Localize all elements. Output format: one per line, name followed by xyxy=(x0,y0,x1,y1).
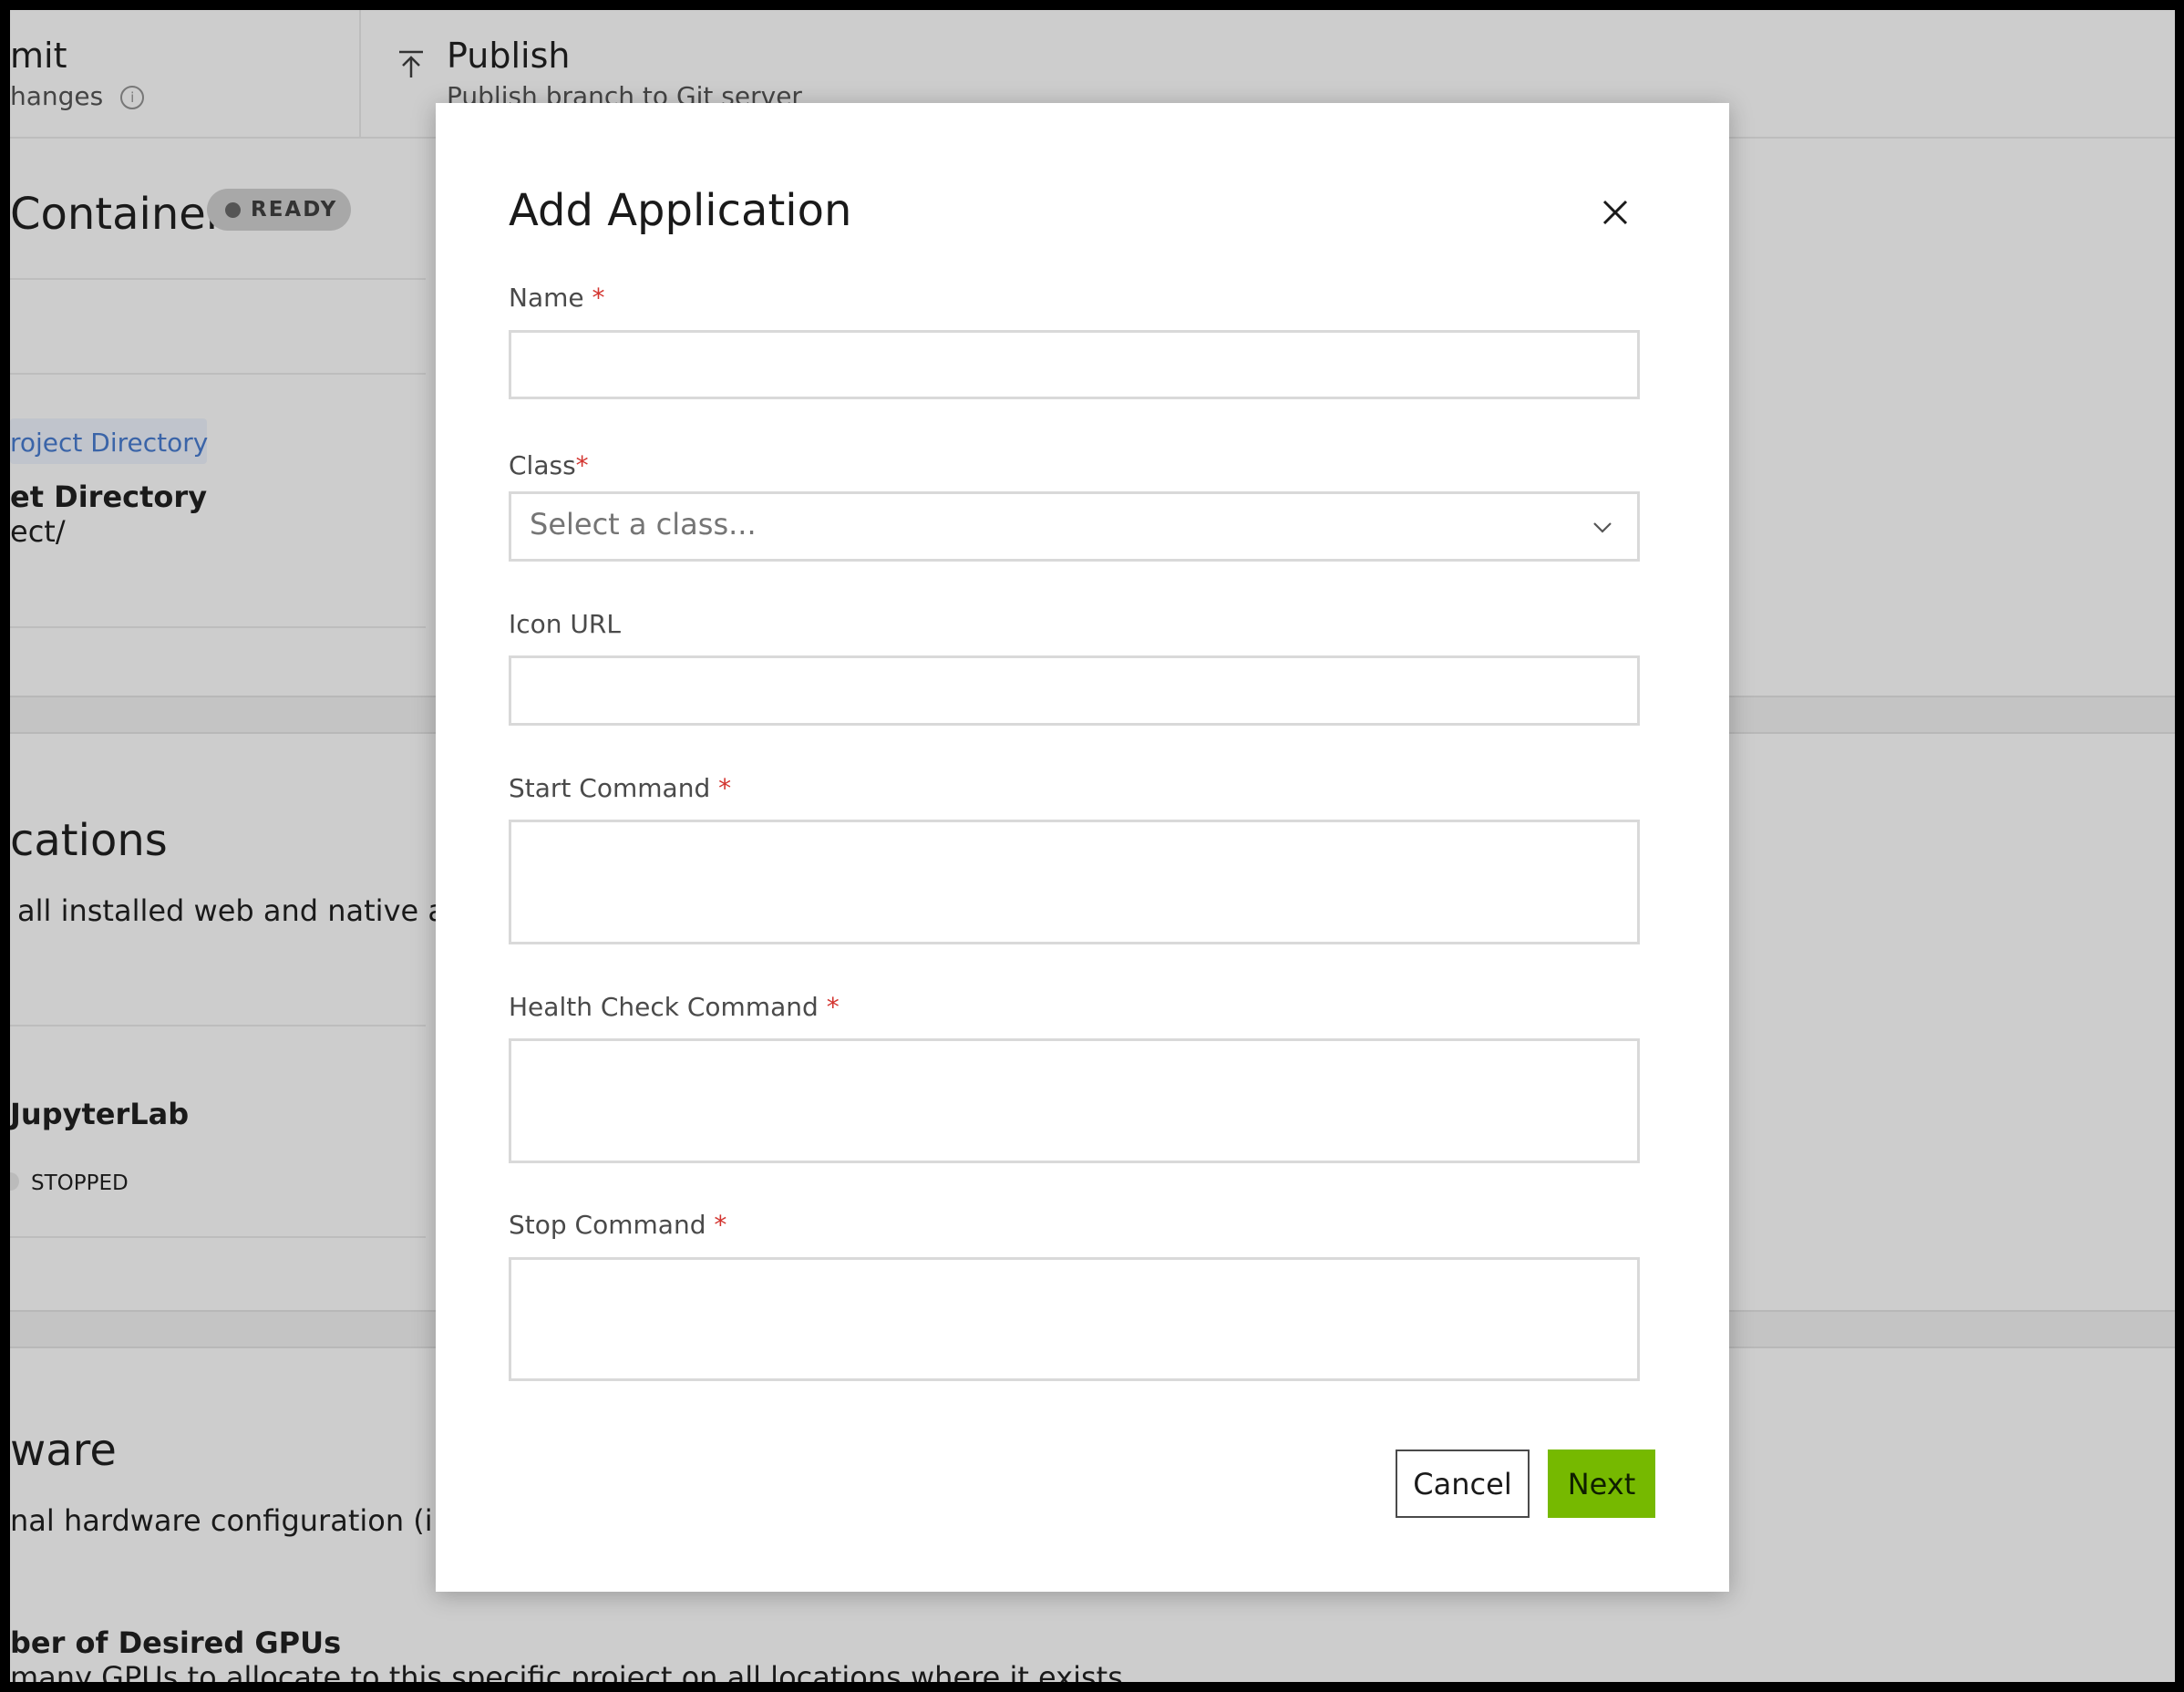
publish-title[interactable]: Publish xyxy=(447,36,570,76)
stop-command-label: Stop Command * xyxy=(509,1210,727,1240)
applications-description: all installed web and native ap xyxy=(17,893,465,928)
info-icon: i xyxy=(120,86,145,109)
stop-command-input[interactable] xyxy=(509,1257,1640,1381)
name-label: Name * xyxy=(509,283,605,313)
app-item-status: STOPPED xyxy=(31,1171,129,1195)
upload-icon xyxy=(399,50,423,77)
hardware-title: ware xyxy=(10,1425,117,1476)
class-label: Class* xyxy=(509,450,589,480)
app-item-name[interactable]: JupyterLab xyxy=(10,1097,189,1131)
health-check-command-input[interactable] xyxy=(509,1038,1640,1163)
cancel-button[interactable]: Cancel xyxy=(1396,1450,1530,1518)
commit-subtitle: hanges i xyxy=(10,81,145,111)
applications-title: cations xyxy=(10,815,168,866)
next-button[interactable]: Next xyxy=(1548,1450,1655,1518)
icon-url-input[interactable] xyxy=(509,655,1640,726)
close-icon[interactable] xyxy=(1595,192,1635,232)
start-command-label: Start Command * xyxy=(509,773,732,803)
gpus-description: many GPUs to allocate to this specific p… xyxy=(10,1660,1133,1682)
project-directory-tag[interactable]: roject Directory xyxy=(10,418,208,464)
gpus-label: ber of Desired GPUs xyxy=(10,1625,342,1660)
status-dot-icon xyxy=(225,202,241,218)
status-badge: READY xyxy=(207,189,351,231)
name-input[interactable] xyxy=(509,330,1640,399)
hardware-description: nal hardware configuration (i.e xyxy=(10,1503,460,1538)
chevron-down-icon xyxy=(1593,522,1612,533)
target-directory-value: ect/ xyxy=(10,514,66,549)
class-select[interactable]: Select a class... xyxy=(509,491,1640,562)
container-title: Container xyxy=(10,189,224,240)
dialog-title: Add Application xyxy=(509,185,852,236)
health-check-command-label: Health Check Command * xyxy=(509,992,840,1022)
class-select-placeholder: Select a class... xyxy=(530,507,757,542)
commit-title: mit xyxy=(10,36,67,76)
app-status-dot-icon xyxy=(10,1172,19,1191)
app-background: mit hanges i Publish Publish branch to G… xyxy=(10,10,2175,1682)
icon-url-label: Icon URL xyxy=(509,609,621,639)
start-command-input[interactable] xyxy=(509,820,1640,944)
target-directory-label: et Directory xyxy=(10,480,208,514)
add-application-dialog: Add Application Name * Class* Select a c… xyxy=(436,103,1729,1592)
